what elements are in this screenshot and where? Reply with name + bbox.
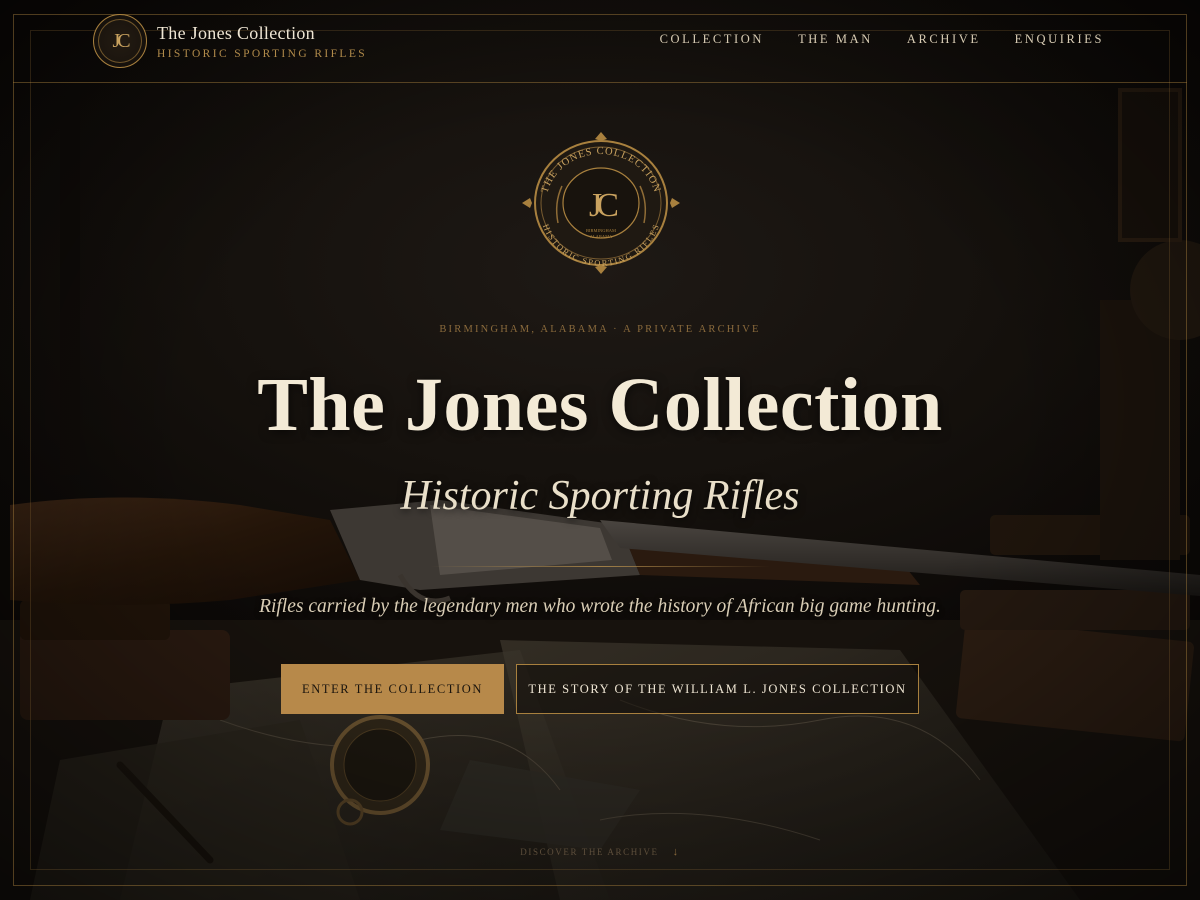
hero-tagline: Rifles carried by the legendary men who … bbox=[259, 596, 941, 617]
brand-text: The Jones Collection HISTORIC SPORTING R… bbox=[157, 23, 367, 60]
monogram-text: JC bbox=[112, 29, 130, 52]
nav-link-archive[interactable]: ARCHIVE bbox=[907, 32, 981, 47]
seal-state-text: ALABAMA bbox=[590, 234, 614, 239]
discover-archive-link[interactable]: DISCOVER THE ARCHIVE ↓ bbox=[0, 846, 1200, 858]
site-header: JC The Jones Collection HISTORIC SPORTIN… bbox=[13, 0, 1187, 83]
monogram-badge-icon: JC bbox=[93, 14, 147, 68]
hero-subtitle: Historic Sporting Rifles bbox=[400, 473, 800, 519]
nav-link-enquiries[interactable]: ENQUIRIES bbox=[1015, 32, 1104, 47]
arrow-down-icon: ↓ bbox=[672, 846, 680, 858]
main-nav: COLLECTION THE MAN ARCHIVE ENQUIRIES bbox=[660, 32, 1104, 47]
discover-label: DISCOVER THE ARCHIVE bbox=[520, 847, 659, 857]
seal-place-text: BIRMINGHAM bbox=[586, 228, 616, 233]
nav-link-collection[interactable]: COLLECTION bbox=[660, 32, 764, 47]
brand-logo-link[interactable]: JC The Jones Collection HISTORIC SPORTIN… bbox=[93, 14, 367, 68]
brand-subtitle: HISTORIC SPORTING RIFLES bbox=[157, 47, 368, 60]
collection-seal-emblem: THE JONES COLLECTION HISTORIC SPORTING R… bbox=[518, 128, 684, 278]
nav-link-the-man[interactable]: THE MAN bbox=[798, 32, 873, 47]
seal-icon: THE JONES COLLECTION HISTORIC SPORTING R… bbox=[522, 132, 680, 274]
hero-kicker: BIRMINGHAM, ALABAMA · A PRIVATE ARCHIVE bbox=[439, 324, 761, 335]
collection-story-button[interactable]: THE STORY OF THE WILLIAM L. JONES COLLEC… bbox=[516, 664, 919, 714]
brand-title: The Jones Collection bbox=[157, 22, 315, 43]
hero-divider bbox=[430, 566, 770, 567]
enter-collection-button[interactable]: ENTER THE COLLECTION bbox=[281, 664, 504, 714]
hero-title: The Jones Collection bbox=[257, 363, 943, 447]
